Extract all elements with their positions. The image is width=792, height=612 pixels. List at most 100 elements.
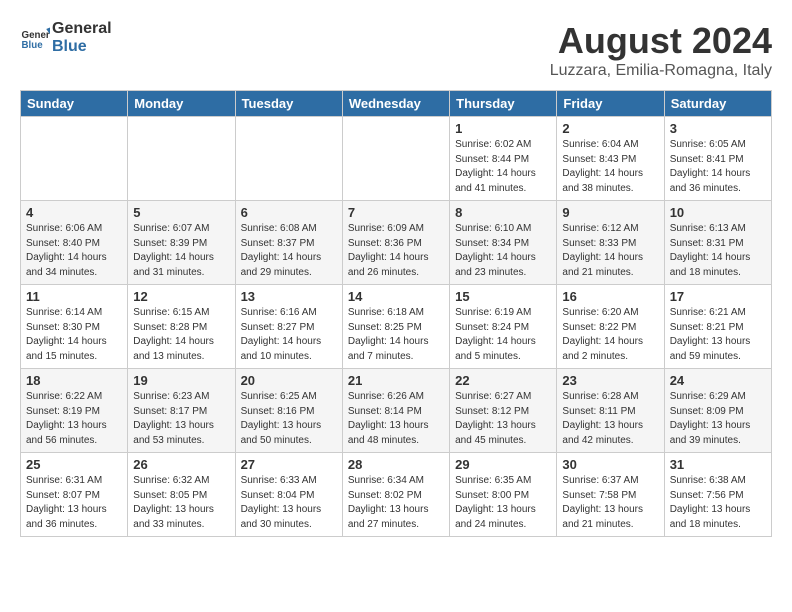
calendar-cell: 5 Sunrise: 6:07 AM Sunset: 8:39 PM Daylig… (128, 201, 235, 285)
day-info: Sunrise: 6:10 AM Sunset: 8:34 PM Dayligh… (455, 222, 551, 280)
calendar-cell: 7 Sunrise: 6:09 AM Sunset: 8:36 PM Daylig… (342, 201, 449, 285)
day-info: Sunrise: 6:08 AM Sunset: 8:37 PM Dayligh… (241, 222, 337, 280)
day-info: Sunrise: 6:33 AM Sunset: 8:04 PM Dayligh… (241, 474, 337, 532)
calendar-cell: 18 Sunrise: 6:22 AM Sunset: 8:19 PM Dayli… (21, 369, 128, 453)
day-info: Sunrise: 6:21 AM Sunset: 8:21 PM Dayligh… (670, 306, 766, 364)
calendar-cell: 21 Sunrise: 6:26 AM Sunset: 8:14 PM Dayli… (342, 369, 449, 453)
svg-text:Blue: Blue (22, 39, 44, 50)
day-number: 11 (26, 289, 122, 304)
calendar-cell: 6 Sunrise: 6:08 AM Sunset: 8:37 PM Daylig… (235, 201, 342, 285)
day-info: Sunrise: 6:32 AM Sunset: 8:05 PM Dayligh… (133, 474, 229, 532)
calendar-cell: 31Sunrise: 6:38 AM Sunset: 7:56 PM Dayli… (664, 453, 771, 537)
calendar-cell: 4 Sunrise: 6:06 AM Sunset: 8:40 PM Daylig… (21, 201, 128, 285)
day-number: 15 (455, 289, 551, 304)
day-info: Sunrise: 6:35 AM Sunset: 8:00 PM Dayligh… (455, 474, 551, 532)
logo-icon: General Blue (20, 23, 50, 53)
calendar-cell (21, 117, 128, 201)
day-number: 27 (241, 457, 337, 472)
day-number: 5 (133, 205, 229, 220)
calendar-cell: 23 Sunrise: 6:28 AM Sunset: 8:11 PM Dayli… (557, 369, 664, 453)
day-number: 18 (26, 373, 122, 388)
calendar-cell (235, 117, 342, 201)
col-thursday: Thursday (450, 91, 557, 117)
calendar-cell (128, 117, 235, 201)
day-info: Sunrise: 6:13 AM Sunset: 8:31 PM Dayligh… (670, 222, 766, 280)
calendar-cell: 3Sunrise: 6:05 AM Sunset: 8:41 PM Daylig… (664, 117, 771, 201)
day-info: Sunrise: 6:27 AM Sunset: 8:12 PM Dayligh… (455, 390, 551, 448)
day-number: 6 (241, 205, 337, 220)
calendar-cell: 14 Sunrise: 6:18 AM Sunset: 8:25 PM Dayli… (342, 285, 449, 369)
day-number: 13 (241, 289, 337, 304)
month-year: August 2024 (550, 20, 772, 62)
day-number: 2 (562, 121, 658, 136)
page: General Blue General Blue August 2024 Lu… (0, 0, 792, 547)
calendar-cell: 20 Sunrise: 6:25 AM Sunset: 8:16 PM Dayli… (235, 369, 342, 453)
logo: General Blue General Blue (20, 20, 112, 55)
day-info: Sunrise: 6:18 AM Sunset: 8:25 PM Dayligh… (348, 306, 444, 364)
day-info: Sunrise: 6:22 AM Sunset: 8:19 PM Dayligh… (26, 390, 122, 448)
day-number: 14 (348, 289, 444, 304)
day-info: Sunrise: 6:16 AM Sunset: 8:27 PM Dayligh… (241, 306, 337, 364)
day-info: Sunrise: 6:26 AM Sunset: 8:14 PM Dayligh… (348, 390, 444, 448)
day-info: Sunrise: 6:29 AM Sunset: 8:09 PM Dayligh… (670, 390, 766, 448)
day-number: 29 (455, 457, 551, 472)
calendar-cell: 26 Sunrise: 6:32 AM Sunset: 8:05 PM Dayli… (128, 453, 235, 537)
day-number: 3 (670, 121, 766, 136)
header-row: Sunday Monday Tuesday Wednesday Thursday… (21, 91, 772, 117)
day-info: Sunrise: 6:06 AM Sunset: 8:40 PM Dayligh… (26, 222, 122, 280)
day-info: Sunrise: 6:31 AM Sunset: 8:07 PM Dayligh… (26, 474, 122, 532)
calendar-cell: 11 Sunrise: 6:14 AM Sunset: 8:30 PM Dayli… (21, 285, 128, 369)
calendar-cell: 22 Sunrise: 6:27 AM Sunset: 8:12 PM Dayli… (450, 369, 557, 453)
day-number: 23 (562, 373, 658, 388)
day-info: Sunrise: 6:34 AM Sunset: 8:02 PM Dayligh… (348, 474, 444, 532)
week-row-1: 4 Sunrise: 6:06 AM Sunset: 8:40 PM Daylig… (21, 201, 772, 285)
calendar-cell: 10 Sunrise: 6:13 AM Sunset: 8:31 PM Dayli… (664, 201, 771, 285)
week-row-3: 18 Sunrise: 6:22 AM Sunset: 8:19 PM Dayli… (21, 369, 772, 453)
location: Luzzara, Emilia-Romagna, Italy (550, 62, 772, 80)
day-number: 19 (133, 373, 229, 388)
week-row-2: 11 Sunrise: 6:14 AM Sunset: 8:30 PM Dayli… (21, 285, 772, 369)
day-number: 7 (348, 205, 444, 220)
calendar-cell: 15Sunrise: 6:19 AM Sunset: 8:24 PM Dayli… (450, 285, 557, 369)
calendar-cell: 9Sunrise: 6:12 AM Sunset: 8:33 PM Daylig… (557, 201, 664, 285)
day-number: 21 (348, 373, 444, 388)
day-number: 24 (670, 373, 766, 388)
day-number: 20 (241, 373, 337, 388)
day-number: 10 (670, 205, 766, 220)
day-number: 4 (26, 205, 122, 220)
day-info: Sunrise: 6:38 AM Sunset: 7:56 PM Dayligh… (670, 474, 766, 532)
day-info: Sunrise: 6:09 AM Sunset: 8:36 PM Dayligh… (348, 222, 444, 280)
day-info: Sunrise: 6:25 AM Sunset: 8:16 PM Dayligh… (241, 390, 337, 448)
day-number: 28 (348, 457, 444, 472)
col-tuesday: Tuesday (235, 91, 342, 117)
day-info: Sunrise: 6:14 AM Sunset: 8:30 PM Dayligh… (26, 306, 122, 364)
col-saturday: Saturday (664, 91, 771, 117)
day-number: 8 (455, 205, 551, 220)
calendar-cell: 30Sunrise: 6:37 AM Sunset: 7:58 PM Dayli… (557, 453, 664, 537)
day-info: Sunrise: 6:07 AM Sunset: 8:39 PM Dayligh… (133, 222, 229, 280)
calendar-table: Sunday Monday Tuesday Wednesday Thursday… (20, 90, 772, 537)
col-sunday: Sunday (21, 91, 128, 117)
day-number: 26 (133, 457, 229, 472)
week-row-0: 1Sunrise: 6:02 AM Sunset: 8:44 PM Daylig… (21, 117, 772, 201)
col-monday: Monday (128, 91, 235, 117)
calendar-cell: 24 Sunrise: 6:29 AM Sunset: 8:09 PM Dayli… (664, 369, 771, 453)
calendar-cell: 19Sunrise: 6:23 AM Sunset: 8:17 PM Dayli… (128, 369, 235, 453)
day-number: 22 (455, 373, 551, 388)
day-number: 25 (26, 457, 122, 472)
calendar-cell: 12Sunrise: 6:15 AM Sunset: 8:28 PM Dayli… (128, 285, 235, 369)
col-wednesday: Wednesday (342, 91, 449, 117)
day-number: 16 (562, 289, 658, 304)
day-info: Sunrise: 6:20 AM Sunset: 8:22 PM Dayligh… (562, 306, 658, 364)
col-friday: Friday (557, 91, 664, 117)
calendar-cell: 29 Sunrise: 6:35 AM Sunset: 8:00 PM Dayli… (450, 453, 557, 537)
day-info: Sunrise: 6:12 AM Sunset: 8:33 PM Dayligh… (562, 222, 658, 280)
logo-blue-text: Blue (52, 38, 112, 56)
calendar-cell: 16 Sunrise: 6:20 AM Sunset: 8:22 PM Dayli… (557, 285, 664, 369)
logo-general-text: General (52, 20, 112, 38)
day-number: 30 (562, 457, 658, 472)
day-info: Sunrise: 6:28 AM Sunset: 8:11 PM Dayligh… (562, 390, 658, 448)
calendar-cell: 13 Sunrise: 6:16 AM Sunset: 8:27 PM Dayli… (235, 285, 342, 369)
day-info: Sunrise: 6:04 AM Sunset: 8:43 PM Dayligh… (562, 138, 658, 196)
week-row-4: 25 Sunrise: 6:31 AM Sunset: 8:07 PM Dayli… (21, 453, 772, 537)
